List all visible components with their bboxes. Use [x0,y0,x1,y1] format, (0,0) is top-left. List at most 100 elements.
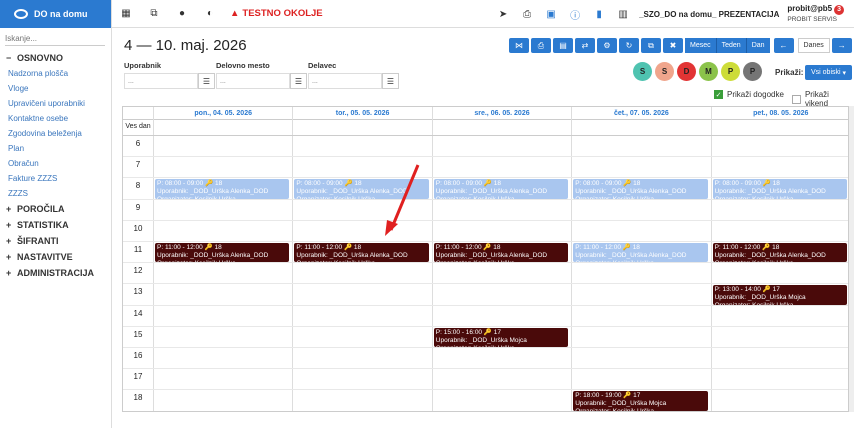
section-item[interactable]: + NASTAVITVE [0,249,111,265]
sidebar-item[interactable]: ZZZS [0,186,111,201]
calendar-event[interactable]: P: 08:00 - 09:00 🔑 18 Uporabnik: _DOD_Urš… [155,179,290,199]
refresh-button[interactable]: ↻ [619,38,639,53]
hour-row[interactable]: 12 [123,263,848,285]
print-icon[interactable]: ⎙ [515,9,539,20]
plus-icon: + [6,268,12,278]
view-month-button[interactable]: Mesec [685,38,717,53]
category-circle[interactable]: M [699,62,718,81]
view-day-button[interactable]: Dan [746,38,770,53]
hour-row[interactable]: 9 [123,200,848,221]
event-time: P: 11:00 - 12:00 🔑 18 [714,244,780,252]
event-user: Uporabnik: _DOD_Urška Alenka_DOD [575,252,687,260]
copy-button[interactable]: ⧉ [641,38,661,53]
delavec-input[interactable] [308,73,382,89]
calendar-scrollbar[interactable] [849,106,854,412]
contrast-icon[interactable]: ◐ [196,0,224,28]
delete-button[interactable]: ✖ [663,38,683,53]
page-title: 4 — 10. maj. 2026 [124,37,247,54]
event-time: P: 18:00 - 19:00 🔑 17 [575,392,641,400]
day-header[interactable]: tor., 05. 05. 2026 [292,107,431,120]
sidebar-item[interactable]: Zgodovina beleženja [0,126,111,141]
all-day-row[interactable]: Ves dan [123,120,848,136]
event-organizer: Organizator: Kosilnik Urška [575,408,705,410]
screen-icon[interactable]: ▣ [539,9,563,20]
show-events-checkbox[interactable]: ✓ Prikaži dogodke [714,90,784,99]
search-input[interactable] [5,32,105,46]
sidebar-item[interactable]: Plan [0,141,111,156]
category-circle[interactable]: P [743,62,762,81]
calendar-event[interactable]: P: 13:00 - 14:00 🔑 17 Uporabnik: _DOD_Urš… [712,285,847,305]
day-header[interactable]: čet., 07. 05. 2026 [571,107,710,120]
hour-row[interactable]: 14 [123,306,848,327]
sidebar-item[interactable]: Kontaktne osebe [0,111,111,126]
plus-icon: + [6,220,12,230]
day-header[interactable]: sre., 06. 05. 2026 [431,107,571,120]
send-icon[interactable]: ➤ [491,9,515,20]
hour-row[interactable]: 7 [123,157,848,179]
list-icon[interactable]: ☰ [198,73,215,89]
week-calendar: pon., 04. 05. 2026 tor., 05. 05. 2026 sre.… [122,106,849,412]
checkbox-box [792,94,801,104]
calendar-event[interactable]: P: 11:00 - 12:00 🔑 18 Uporabnik: _DOD_Urš… [573,243,708,263]
section-item[interactable]: + STATISTIKA [0,217,111,233]
settings-button[interactable]: ⚙ [597,38,617,53]
info-icon[interactable]: ⓘ [563,7,587,22]
delovno-mesto-input[interactable] [216,73,290,89]
hour-row[interactable]: 6 [123,136,848,158]
hour-row[interactable]: 18 [123,390,848,411]
calendar-event[interactable]: P: 11:00 - 12:00 🔑 18 Uporabnik: _DOD_Urš… [433,243,569,263]
plus-icon: + [6,236,12,246]
vsi-obiski-dropdown[interactable]: Vsi obiski ▾ [805,65,853,80]
building-icon[interactable]: ▥ [611,9,635,20]
print-button[interactable]: ⎙ [531,38,551,53]
prev-arrow-icon[interactable]: ← [773,38,794,53]
calendar-event[interactable]: P: 11:00 - 12:00 🔑 18 Uporabnik: _DOD_Urš… [712,243,847,263]
sidebar-item[interactable]: Upravičeni uporabniki [0,96,111,111]
calendar-event[interactable]: P: 08:00 - 09:00 🔑 18 Uporabnik: _DOD_Urš… [573,179,708,199]
hour-row[interactable]: 10 [123,221,848,242]
today-button[interactable]: Danes [797,38,830,53]
category-circle[interactable]: S [655,62,674,81]
book-icon[interactable]: ▮ [587,9,611,20]
share-button[interactable]: ⋈ [509,38,529,53]
calendar-event[interactable]: P: 18:00 - 19:00 🔑 17 Uporabnik: _DOD_Urš… [573,391,708,411]
calendar-event[interactable]: P: 11:00 - 12:00 🔑 18 Uporabnik: _DOD_Urš… [294,243,429,263]
calendar-event[interactable]: P: 08:00 - 09:00 🔑 18 Uporabnik: _DOD_Urš… [712,179,847,199]
event-time: P: 08:00 - 09:00 🔑 18 [157,180,223,188]
calendar-event[interactable]: P: 11:00 - 12:00 🔑 18 Uporabnik: _DOD_Urš… [155,243,290,263]
external-link-icon[interactable]: ⧉ [140,0,168,28]
category-circle[interactable]: D [677,62,696,81]
user-menu[interactable]: probit@pb5 3 PROBIT SERVIS [787,4,854,25]
list-icon[interactable]: ☰ [382,73,399,89]
section-item[interactable]: + ADMINISTRACIJA [0,265,111,281]
app-logo[interactable]: DO na domu [0,0,111,28]
day-header[interactable]: pon., 04. 05. 2026 [153,107,292,120]
hour-row[interactable]: 17 [123,369,848,391]
project-name[interactable]: _SZO_DO na domu_ PREZENTACIJA [639,10,779,19]
list-icon[interactable]: ☰ [290,73,307,89]
view-week-button[interactable]: Teden [716,38,747,53]
calendar-event[interactable]: P: 08:00 - 09:00 🔑 18 Uporabnik: _DOD_Urš… [433,179,569,199]
calendar-event[interactable]: P: 15:00 - 16:00 🔑 17 Uporabnik: _DOD_Urš… [433,327,569,348]
day-header[interactable]: pet., 08. 05. 2026 [710,107,848,120]
warning-icon: ▲ [230,8,240,19]
user-icon[interactable]: ● [168,0,196,28]
uporabnik-input[interactable] [124,73,198,89]
event-time: P: 15:00 - 16:00 🔑 17 [435,328,502,336]
category-circle[interactable]: P [721,62,740,81]
section-item[interactable]: + POROČILA [0,201,111,217]
section-osnovno[interactable]: − OSNOVNO [0,50,111,66]
sidebar-item[interactable]: Vloge [0,81,111,96]
category-circle[interactable]: S [633,62,652,81]
sidebar-item[interactable]: Obračun [0,156,111,171]
table-button[interactable]: ▤ [553,38,573,53]
sidebar-item[interactable]: Nadzorna plošča [0,66,111,81]
event-organizer: Organizator: Kosilnik Urška [436,345,566,347]
section-item[interactable]: + ŠIFRANTI [0,233,111,249]
hour-row[interactable]: 16 [123,348,848,370]
next-arrow-icon[interactable]: → [831,38,852,53]
filter-delovno-mesto: Delovno mesto ☰ [216,61,307,89]
menu-grid-icon[interactable]: ▦ [112,0,140,28]
swap-button[interactable]: ⇄ [575,38,595,53]
sidebar-item[interactable]: Fakture ZZZS [0,171,111,186]
